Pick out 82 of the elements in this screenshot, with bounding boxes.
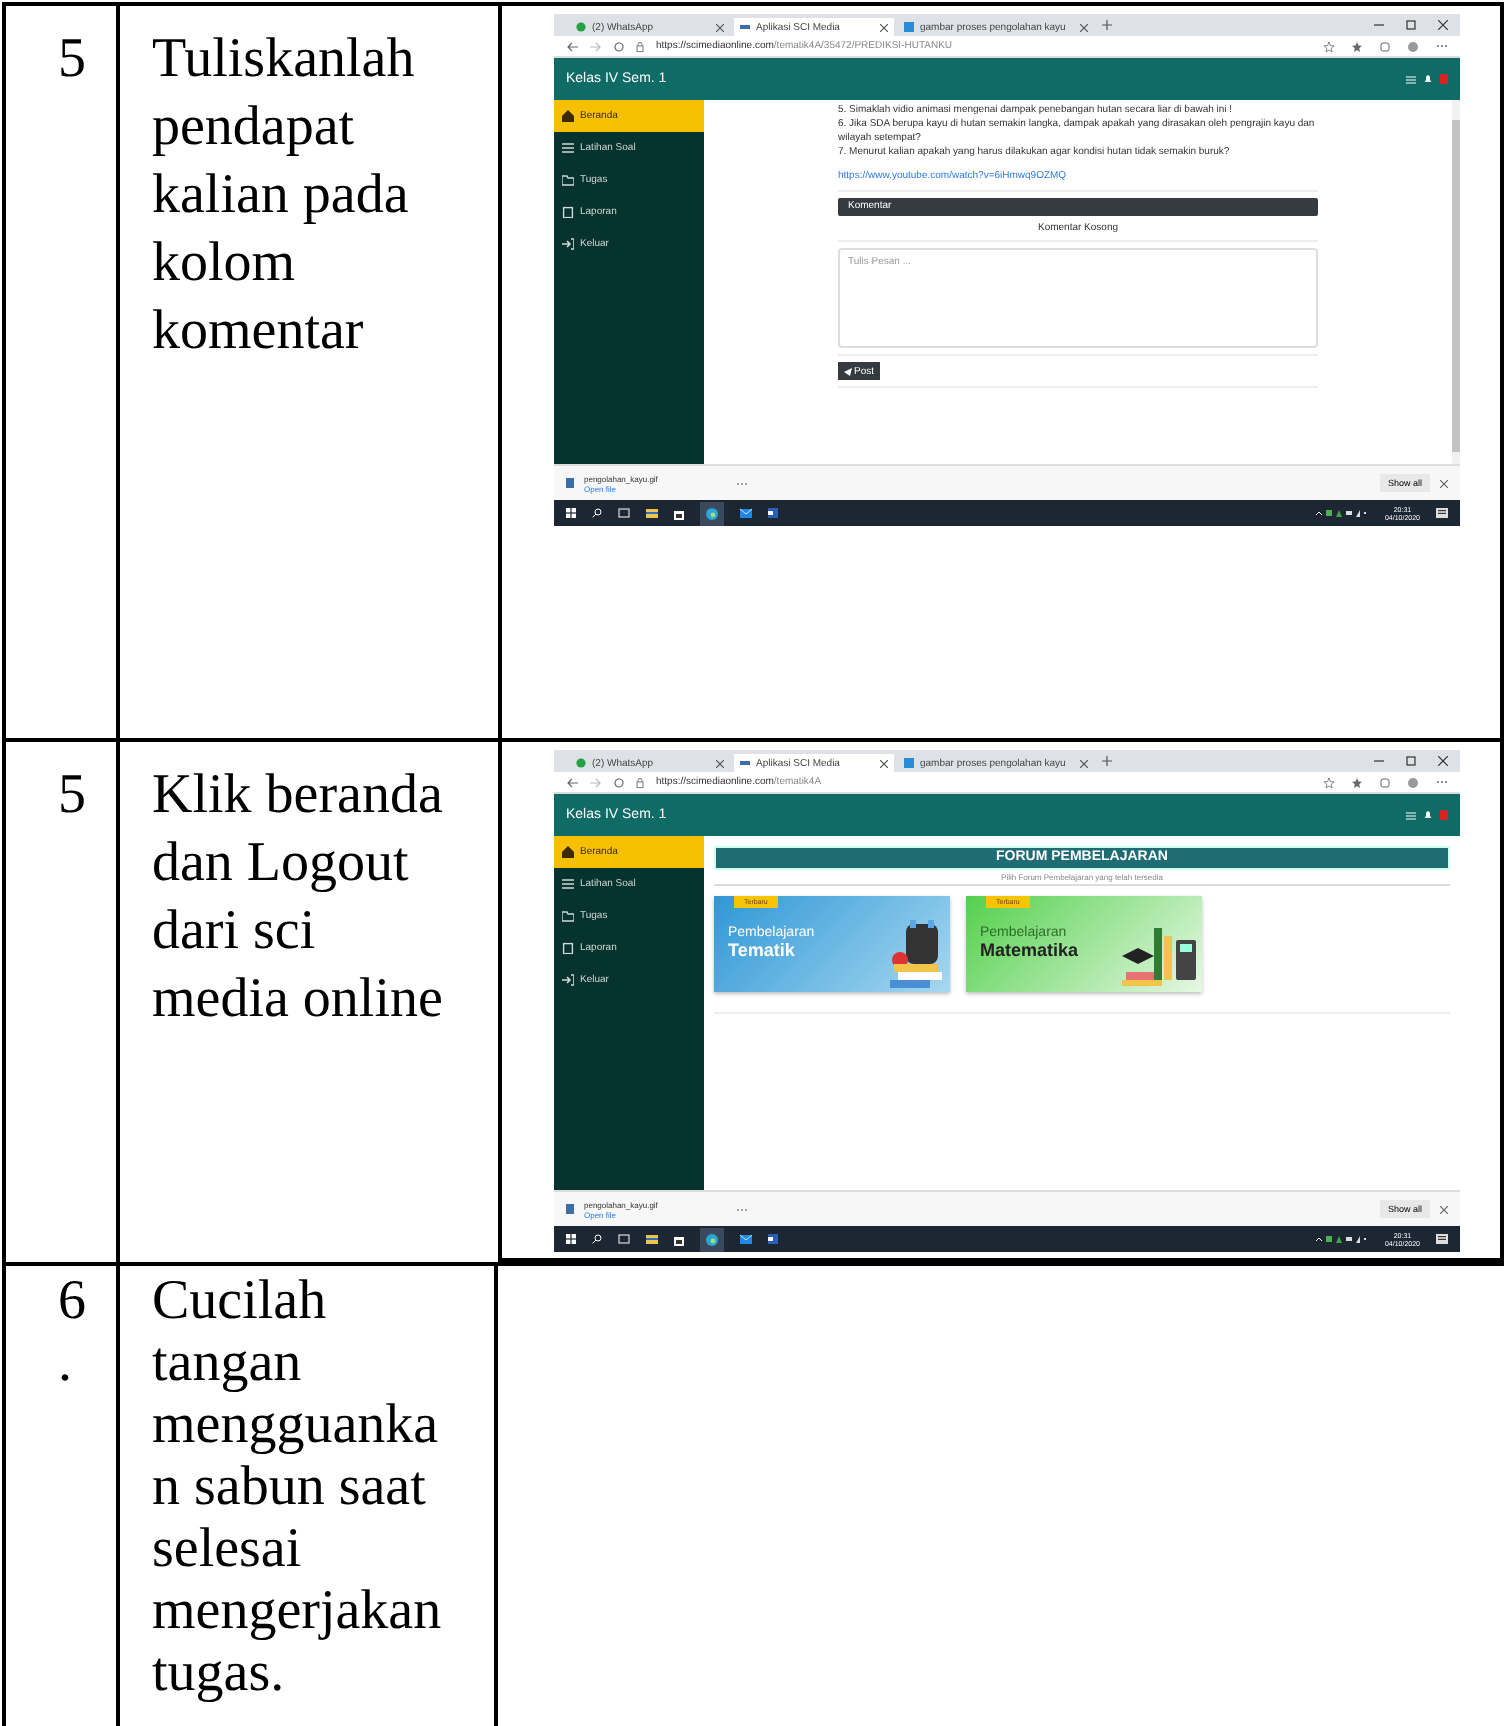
search-engine-icon	[904, 22, 914, 32]
collections-icon[interactable]	[1380, 41, 1390, 51]
star-icon[interactable]	[1324, 41, 1334, 51]
task-view-icon[interactable]	[618, 508, 630, 518]
notification-icon[interactable]	[1436, 1233, 1448, 1245]
clipboard-icon	[562, 206, 574, 218]
plus-icon[interactable]	[1102, 20, 1112, 30]
close-icon[interactable]	[1440, 479, 1448, 487]
document-icon[interactable]	[768, 1234, 778, 1244]
step-number: 5	[58, 26, 88, 94]
refresh-icon[interactable]	[614, 41, 624, 51]
minimize-icon[interactable]	[1374, 756, 1384, 766]
close-icon[interactable]	[716, 23, 724, 31]
list-icon	[562, 142, 574, 154]
maximize-icon[interactable]	[1406, 20, 1416, 30]
taskbar-button[interactable]	[700, 501, 724, 525]
back-arrow-icon[interactable]	[566, 41, 578, 51]
home-icon	[562, 846, 574, 858]
lock-icon	[636, 777, 644, 787]
bell-icon[interactable]	[1424, 74, 1432, 84]
close-icon[interactable]	[1080, 759, 1088, 767]
file-icon	[566, 1204, 574, 1214]
file-icon	[566, 478, 574, 488]
document-icon[interactable]	[768, 508, 778, 518]
collections-icon[interactable]	[1380, 777, 1390, 787]
folder-icon	[562, 174, 574, 186]
shopping-bag-icon[interactable]	[674, 1233, 684, 1245]
favorites-icon[interactable]	[1352, 777, 1362, 787]
chat-bubble-icon	[576, 758, 586, 768]
plus-icon[interactable]	[1102, 756, 1112, 766]
task-view-icon[interactable]	[618, 1234, 630, 1244]
step-number: 5	[58, 762, 88, 830]
menu-icon[interactable]	[1406, 811, 1416, 819]
folder-icon[interactable]	[646, 508, 658, 518]
menu-icon[interactable]	[1406, 75, 1416, 83]
favorites-icon[interactable]	[1352, 41, 1362, 51]
lock-icon	[636, 41, 644, 51]
minimize-icon[interactable]	[1374, 20, 1384, 30]
search-icon[interactable]	[592, 508, 602, 518]
step-instruction: Klik beranda dan Logout dari sci media online	[152, 762, 445, 1034]
close-icon[interactable]	[1080, 23, 1088, 31]
step-number: 6.	[58, 1270, 88, 1394]
mail-icon[interactable]	[740, 1234, 752, 1244]
bell-icon[interactable]	[1424, 810, 1432, 820]
list-icon	[562, 878, 574, 890]
browser-icon	[706, 507, 718, 519]
notification-badge-icon	[1440, 810, 1448, 820]
step-instruction: Tuliskanlah pendapat kalian pada kolom komentar	[152, 26, 417, 366]
close-icon[interactable]	[1438, 20, 1448, 30]
search-icon[interactable]	[592, 1234, 602, 1244]
windows-logo-icon[interactable]	[566, 508, 576, 518]
step-instruction: Cucilah tangan mengguankan sabun saat selesai mengerjakan tugas.	[152, 1270, 444, 1704]
chat-bubble-icon	[576, 22, 586, 32]
close-icon[interactable]	[880, 23, 888, 31]
browser-icon	[706, 1233, 718, 1245]
exit-icon	[562, 238, 574, 250]
mail-icon[interactable]	[740, 508, 752, 518]
notification-badge-icon	[1440, 74, 1448, 84]
maximize-icon[interactable]	[1406, 756, 1416, 766]
close-icon[interactable]	[1438, 756, 1448, 766]
clipboard-icon	[562, 942, 574, 954]
back-arrow-icon[interactable]	[566, 777, 578, 787]
star-icon[interactable]	[1324, 777, 1334, 787]
profile-icon[interactable]	[1408, 41, 1418, 51]
folder-icon	[562, 910, 574, 922]
close-icon[interactable]	[880, 759, 888, 767]
close-icon[interactable]	[1440, 1205, 1448, 1213]
folder-icon[interactable]	[646, 1234, 658, 1244]
search-engine-icon	[904, 758, 914, 768]
profile-icon[interactable]	[1408, 777, 1418, 787]
card-title: Matematika	[980, 940, 1079, 960]
windows-logo-icon[interactable]	[566, 1234, 576, 1244]
home-icon	[562, 110, 574, 122]
taskbar-button[interactable]	[700, 1227, 724, 1251]
shopping-bag-icon[interactable]	[674, 507, 684, 519]
refresh-icon[interactable]	[614, 777, 624, 787]
close-icon[interactable]	[716, 759, 724, 767]
card-title: Tematik	[728, 940, 797, 960]
backpack-and-books-drawing	[886, 920, 946, 988]
notification-icon[interactable]	[1436, 507, 1448, 519]
exit-icon	[562, 974, 574, 986]
send-icon	[844, 367, 852, 375]
